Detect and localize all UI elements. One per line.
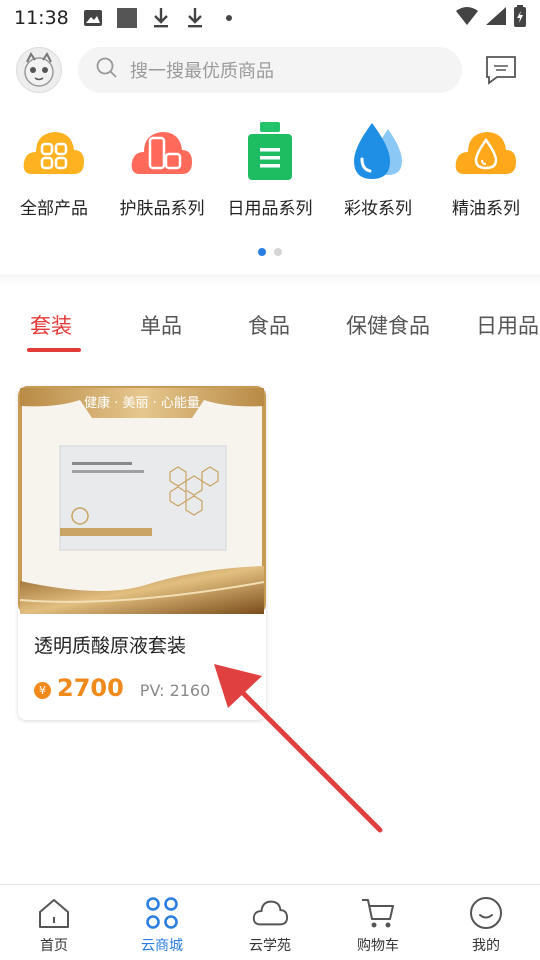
tab-single[interactable]: 单品 <box>140 310 182 340</box>
tab-daily[interactable]: 日用品 <box>476 310 539 340</box>
profile-face-icon <box>468 895 504 931</box>
download-icon <box>185 8 205 28</box>
all-products-icon <box>22 120 86 184</box>
bottom-navigation: 首页 云商城 云学苑 购物车 我的 <box>0 884 540 960</box>
category-skincare[interactable]: 护肤品系列 <box>108 120 216 219</box>
product-name[interactable]: 透明质酸原液套装 <box>34 631 186 658</box>
makeup-drop-icon <box>346 120 410 184</box>
dot-icon <box>219 8 239 28</box>
category-daily-goods[interactable]: 日用品系列 <box>216 120 324 219</box>
product-price-row: ¥ 2700 PV: 2160 <box>34 674 210 702</box>
nav-mall[interactable]: 云商城 <box>108 895 216 955</box>
nav-label: 云学苑 <box>249 938 291 954</box>
tab-sets[interactable]: 套装 <box>30 310 72 340</box>
category-makeup[interactable]: 彩妆系列 <box>324 120 432 219</box>
home-icon <box>36 895 72 931</box>
category-label: 彩妆系列 <box>344 199 412 219</box>
notification-icons <box>83 8 239 28</box>
avatar[interactable] <box>16 47 62 93</box>
product-price: 2700 <box>57 674 124 702</box>
category-label: 精油系列 <box>452 199 520 219</box>
battery-icon <box>514 5 526 31</box>
wifi-icon <box>456 7 478 29</box>
nav-cart[interactable]: 购物车 <box>324 895 432 955</box>
search-bar[interactable]: 搜一搜最优质商品 <box>78 47 462 93</box>
category-label: 日用品系列 <box>227 199 313 219</box>
annotation-arrow <box>214 664 383 833</box>
active-tab-indicator <box>27 348 81 352</box>
mall-grid-icon <box>144 895 180 931</box>
message-button[interactable] <box>484 53 518 87</box>
search-input[interactable]: 搜一搜最优质商品 <box>130 57 274 83</box>
category-label: 全部产品 <box>20 199 88 219</box>
nav-label: 购物车 <box>357 938 399 954</box>
signal-icon <box>486 7 506 29</box>
section-divider <box>0 274 540 286</box>
product-image[interactable]: 健康 · 美丽 · 心能量 <box>18 386 266 614</box>
daily-goods-icon <box>238 120 302 184</box>
category-all-products[interactable]: 全部产品 <box>0 120 108 219</box>
nav-label: 首页 <box>40 938 68 954</box>
carousel-dots <box>0 248 540 256</box>
category-essential-oil[interactable]: 精油系列 <box>432 120 540 219</box>
product-banner-text: 健康 · 美丽 · 心能量 <box>84 396 200 411</box>
carousel-dot[interactable] <box>274 248 282 256</box>
image-notification-icon <box>83 8 103 28</box>
nav-academy[interactable]: 云学苑 <box>216 895 324 955</box>
system-indicators <box>456 5 526 31</box>
carousel-dot-active[interactable] <box>258 248 266 256</box>
tab-food[interactable]: 食品 <box>248 310 290 340</box>
nav-label: 云商城 <box>141 938 183 954</box>
category-label: 护肤品系列 <box>119 199 205 219</box>
message-icon <box>486 56 516 85</box>
category-row: 全部产品 护肤品系列 日用品系列 彩妆系列 精油系列 <box>0 120 540 230</box>
search-icon <box>96 57 118 83</box>
status-bar: 11:38 <box>0 0 540 36</box>
skincare-icon <box>130 120 194 184</box>
cart-icon <box>360 895 396 931</box>
top-header: 搜一搜最优质商品 <box>0 40 540 100</box>
product-tabs: 套装 单品 食品 保健食品 日用品 <box>0 300 540 360</box>
status-time: 11:38 <box>14 7 69 29</box>
app-notification-icon <box>116 8 137 28</box>
yen-icon: ¥ <box>34 682 51 699</box>
cloud-icon <box>252 895 288 931</box>
nav-profile[interactable]: 我的 <box>432 895 540 955</box>
nav-home[interactable]: 首页 <box>0 895 108 955</box>
essential-oil-icon <box>454 120 518 184</box>
tab-health-food[interactable]: 保健食品 <box>346 310 430 340</box>
download-icon <box>151 8 171 28</box>
nav-label: 我的 <box>472 938 500 954</box>
